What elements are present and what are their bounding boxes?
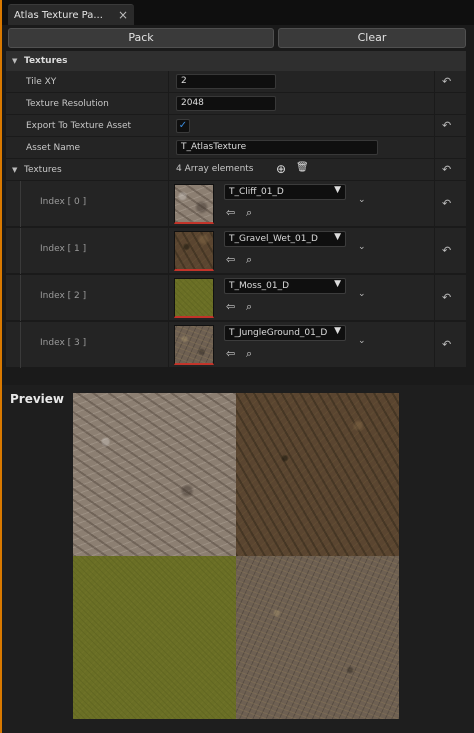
chevron-down-icon: ▼: [334, 326, 341, 336]
expand-chevron-icon[interactable]: ⌄: [358, 195, 366, 205]
expand-chevron-icon[interactable]: ⌄: [358, 242, 366, 252]
array-index-label: Index [ 1 ]: [40, 244, 87, 254]
reset-icon[interactable]: ↶: [442, 75, 451, 88]
atlas-tile-gravel: [236, 393, 399, 556]
reset-icon[interactable]: ↶: [442, 163, 451, 176]
property-row-texture-resolution: Texture Resolution 2048: [6, 93, 466, 115]
tab-atlas-texture-packer[interactable]: Atlas Texture Pa... ×: [8, 4, 134, 25]
browse-to-asset-icon[interactable]: ⌕: [246, 347, 252, 361]
atlas-preview-image: [73, 393, 399, 719]
expand-chevron-icon[interactable]: ⌄: [358, 336, 366, 346]
textures-array-label: Textures: [24, 165, 62, 175]
array-index-label: Index [ 3 ]: [40, 338, 87, 348]
reset-icon[interactable]: ↶: [442, 197, 451, 210]
array-element-0: Index [ 0 ] T_Cliff_01_D ▼ ⇦ ⌕ ⌄ ↶: [6, 181, 466, 227]
use-selected-asset-icon[interactable]: ⇦: [226, 347, 235, 360]
browse-to-asset-icon[interactable]: ⌕: [246, 206, 252, 220]
pack-button[interactable]: Pack: [8, 28, 274, 48]
texture-thumbnail[interactable]: [174, 278, 214, 318]
trash-icon[interactable]: 🗑: [296, 162, 309, 173]
use-selected-asset-icon[interactable]: ⇦: [226, 206, 235, 219]
close-icon[interactable]: ×: [118, 8, 128, 22]
asset-picker-dropdown[interactable]: T_Moss_01_D ▼: [224, 278, 346, 294]
array-index-label: Index [ 0 ]: [40, 197, 87, 207]
browse-to-asset-icon[interactable]: ⌕: [246, 253, 252, 267]
texture-thumbnail[interactable]: [174, 325, 214, 365]
atlas-tile-jungle-ground: [236, 556, 399, 719]
chevron-down-icon: ▼: [334, 185, 341, 195]
asset-picker-dropdown[interactable]: T_Cliff_01_D ▼: [224, 184, 346, 200]
texture-resolution-label: Texture Resolution: [26, 99, 109, 109]
tab-title: Atlas Texture Pa...: [14, 10, 103, 21]
array-count-text: 4 Array elements: [176, 164, 254, 174]
property-row-asset-name: Asset Name T_AtlasTexture: [6, 137, 466, 159]
array-element-1: Index [ 1 ] T_Gravel_Wet_01_D ▼ ⇦ ⌕ ⌄ ↶: [6, 228, 466, 274]
tab-bar: Atlas Texture Pa... ×: [0, 0, 474, 25]
textures-section-header[interactable]: ▼ Textures: [6, 51, 466, 71]
chevron-down-icon: ▼: [334, 279, 341, 289]
texture-resolution-input[interactable]: 2048: [176, 96, 276, 111]
texture-thumbnail[interactable]: [174, 231, 214, 271]
property-row-export-to-texture-asset: Export To Texture Asset ✓ ↶: [6, 115, 466, 137]
section-title: Textures: [24, 56, 68, 66]
tile-xy-label: Tile XY: [26, 77, 57, 87]
array-element-2: Index [ 2 ] T_Moss_01_D ▼ ⇦ ⌕ ⌄ ↶: [6, 275, 466, 321]
atlas-tile-moss: [73, 556, 236, 719]
clear-button[interactable]: Clear: [278, 28, 466, 48]
export-to-texture-asset-checkbox[interactable]: ✓: [176, 119, 190, 133]
asset-picker-dropdown[interactable]: T_JungleGround_01_D ▼: [224, 325, 346, 341]
caret-down-icon[interactable]: ▼: [12, 166, 17, 174]
asset-name-input[interactable]: T_AtlasTexture: [176, 140, 378, 155]
tile-xy-input[interactable]: 2: [176, 74, 276, 89]
reset-icon[interactable]: ↶: [442, 291, 451, 304]
asset-picker-value: T_Moss_01_D: [229, 281, 290, 291]
atlas-tile-cliff: [73, 393, 236, 556]
caret-down-icon: ▼: [12, 57, 18, 65]
asset-picker-dropdown[interactable]: T_Gravel_Wet_01_D ▼: [224, 231, 346, 247]
reset-icon[interactable]: ↶: [442, 119, 451, 132]
asset-picker-value: T_JungleGround_01_D: [229, 328, 328, 338]
preview-panel: Preview: [2, 385, 474, 733]
browse-to-asset-icon[interactable]: ⌕: [246, 300, 252, 314]
use-selected-asset-icon[interactable]: ⇦: [226, 300, 235, 313]
export-to-texture-asset-label: Export To Texture Asset: [26, 121, 132, 131]
chevron-down-icon: ▼: [334, 232, 341, 242]
asset-name-label: Asset Name: [26, 143, 81, 153]
property-row-tile-xy: Tile XY 2 ↶: [6, 71, 466, 93]
preview-title: Preview: [10, 392, 65, 406]
array-index-label: Index [ 2 ]: [40, 291, 87, 301]
add-element-icon[interactable]: ⊕: [276, 162, 286, 176]
use-selected-asset-icon[interactable]: ⇦: [226, 253, 235, 266]
array-element-3: Index [ 3 ] T_JungleGround_01_D ▼ ⇦ ⌕ ⌄ …: [6, 322, 466, 368]
reset-icon[interactable]: ↶: [442, 338, 451, 351]
property-row-textures-array: ▼ Textures 4 Array elements ⊕ 🗑 ↶: [6, 159, 466, 181]
reset-icon[interactable]: ↶: [442, 244, 451, 257]
asset-picker-value: T_Gravel_Wet_01_D: [229, 234, 318, 244]
texture-thumbnail[interactable]: [174, 184, 214, 224]
asset-picker-value: T_Cliff_01_D: [229, 187, 284, 197]
expand-chevron-icon[interactable]: ⌄: [358, 289, 366, 299]
